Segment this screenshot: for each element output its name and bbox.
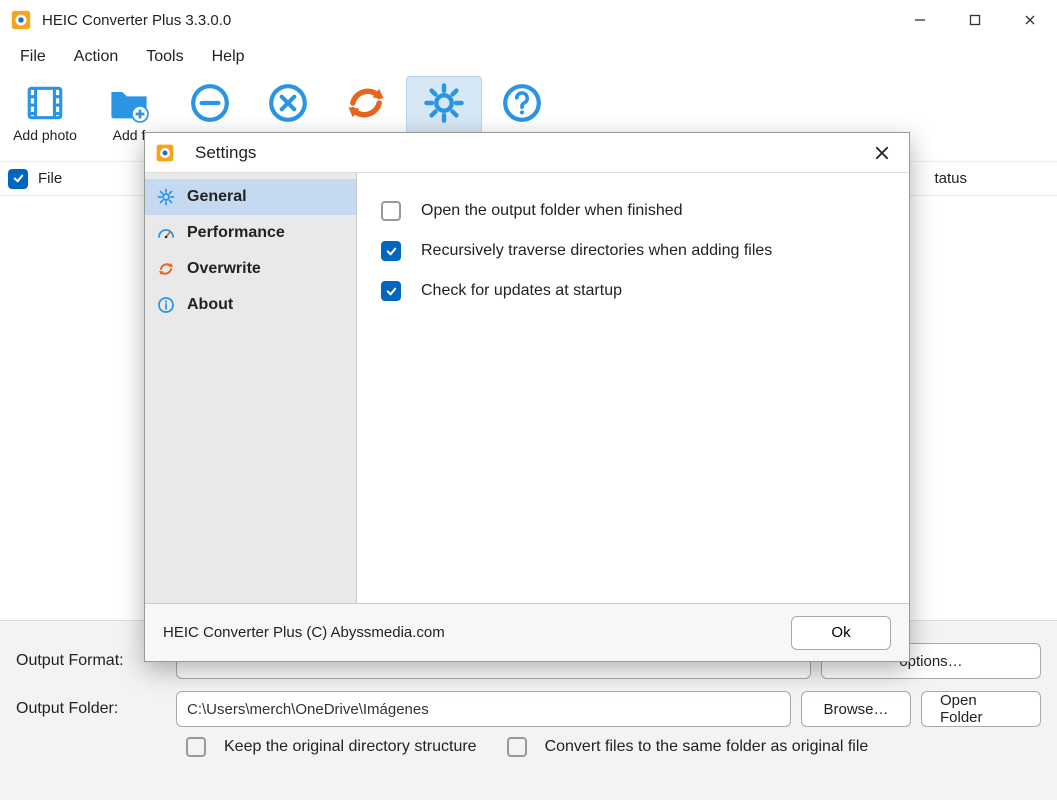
minimize-button[interactable] (892, 0, 947, 40)
settings-titlebar: Settings (145, 133, 909, 173)
menubar: File Action Tools Help (0, 40, 1057, 74)
toolbar-add-photo-label: Add photo (13, 127, 77, 143)
settings-sidebar: General Performance Overwrite About (145, 173, 357, 603)
same-folder-label: Convert files to the same folder as orig… (545, 738, 869, 756)
option-open-output-checkbox[interactable] (381, 201, 401, 221)
sidebar-item-about-label: About (187, 296, 233, 314)
keep-structure-label: Keep the original directory structure (224, 738, 477, 756)
column-header-status[interactable]: tatus (934, 170, 1057, 187)
question-circle-icon (500, 81, 544, 125)
option-open-output[interactable]: Open the output folder when finished (381, 201, 885, 221)
settings-title: Settings (195, 143, 256, 163)
gear-icon (155, 186, 177, 208)
film-icon (23, 81, 67, 125)
option-open-output-label: Open the output folder when finished (421, 202, 683, 220)
info-circle-icon (155, 294, 177, 316)
menu-help[interactable]: Help (200, 44, 257, 70)
option-recursive[interactable]: Recursively traverse directories when ad… (381, 241, 885, 261)
output-folder-input[interactable]: C:\Users\merch\OneDrive\Imágenes (176, 691, 791, 727)
option-check-updates[interactable]: Check for updates at startup (381, 281, 885, 301)
ok-button-label: Ok (831, 624, 850, 641)
settings-footer: HEIC Converter Plus (C) Abyssmedia.com O… (145, 603, 909, 661)
same-folder-checkbox[interactable] (507, 737, 527, 757)
open-folder-button[interactable]: Open Folder (921, 691, 1041, 727)
select-all-checkbox[interactable] (8, 169, 28, 189)
minus-circle-icon (188, 81, 232, 125)
refresh-icon (155, 258, 177, 280)
refresh-icon (344, 81, 388, 125)
sidebar-item-performance[interactable]: Performance (145, 215, 356, 251)
sidebar-item-overwrite[interactable]: Overwrite (145, 251, 356, 287)
menu-action[interactable]: Action (62, 44, 130, 70)
window-title: HEIC Converter Plus 3.3.0.0 (42, 12, 231, 29)
sidebar-item-performance-label: Performance (187, 224, 285, 242)
option-recursive-label: Recursively traverse directories when ad… (421, 242, 772, 260)
option-check-updates-label: Check for updates at startup (421, 282, 622, 300)
gauge-icon (155, 222, 177, 244)
keep-structure-checkbox[interactable] (186, 737, 206, 757)
option-check-updates-checkbox[interactable] (381, 281, 401, 301)
sidebar-item-overwrite-label: Overwrite (187, 260, 261, 278)
output-folder-label: Output Folder: (16, 700, 166, 718)
sidebar-item-general[interactable]: General (145, 179, 356, 215)
close-button[interactable] (1002, 0, 1057, 40)
app-icon (155, 143, 175, 163)
settings-content: Open the output folder when finished Rec… (357, 173, 909, 603)
settings-footer-text: HEIC Converter Plus (C) Abyssmedia.com (163, 624, 445, 641)
sidebar-item-about[interactable]: About (145, 287, 356, 323)
gear-icon (422, 81, 466, 125)
browse-button-label: Browse… (823, 701, 888, 718)
x-circle-icon (266, 81, 310, 125)
toolbar-add-photo[interactable]: Add photo (4, 76, 86, 160)
output-folder-value: C:\Users\merch\OneDrive\Imágenes (187, 701, 429, 718)
menu-file[interactable]: File (8, 44, 58, 70)
open-folder-button-label: Open Folder (940, 692, 1022, 726)
keep-structure-option[interactable]: Keep the original directory structure (186, 737, 477, 757)
window-controls (892, 0, 1057, 40)
app-icon (10, 9, 32, 31)
column-header-file[interactable]: File (38, 170, 62, 187)
option-recursive-checkbox[interactable] (381, 241, 401, 261)
sidebar-item-general-label: General (187, 188, 247, 206)
toolbar-add-folder-label: Add f (113, 127, 146, 143)
titlebar: HEIC Converter Plus 3.3.0.0 (0, 0, 1057, 40)
ok-button[interactable]: Ok (791, 616, 891, 650)
same-folder-option[interactable]: Convert files to the same folder as orig… (507, 737, 869, 757)
menu-tools[interactable]: Tools (134, 44, 195, 70)
settings-dialog: Settings General Performance (144, 132, 910, 662)
browse-button[interactable]: Browse… (801, 691, 911, 727)
folder-plus-icon (107, 81, 151, 125)
settings-close-button[interactable] (865, 136, 899, 170)
maximize-button[interactable] (947, 0, 1002, 40)
